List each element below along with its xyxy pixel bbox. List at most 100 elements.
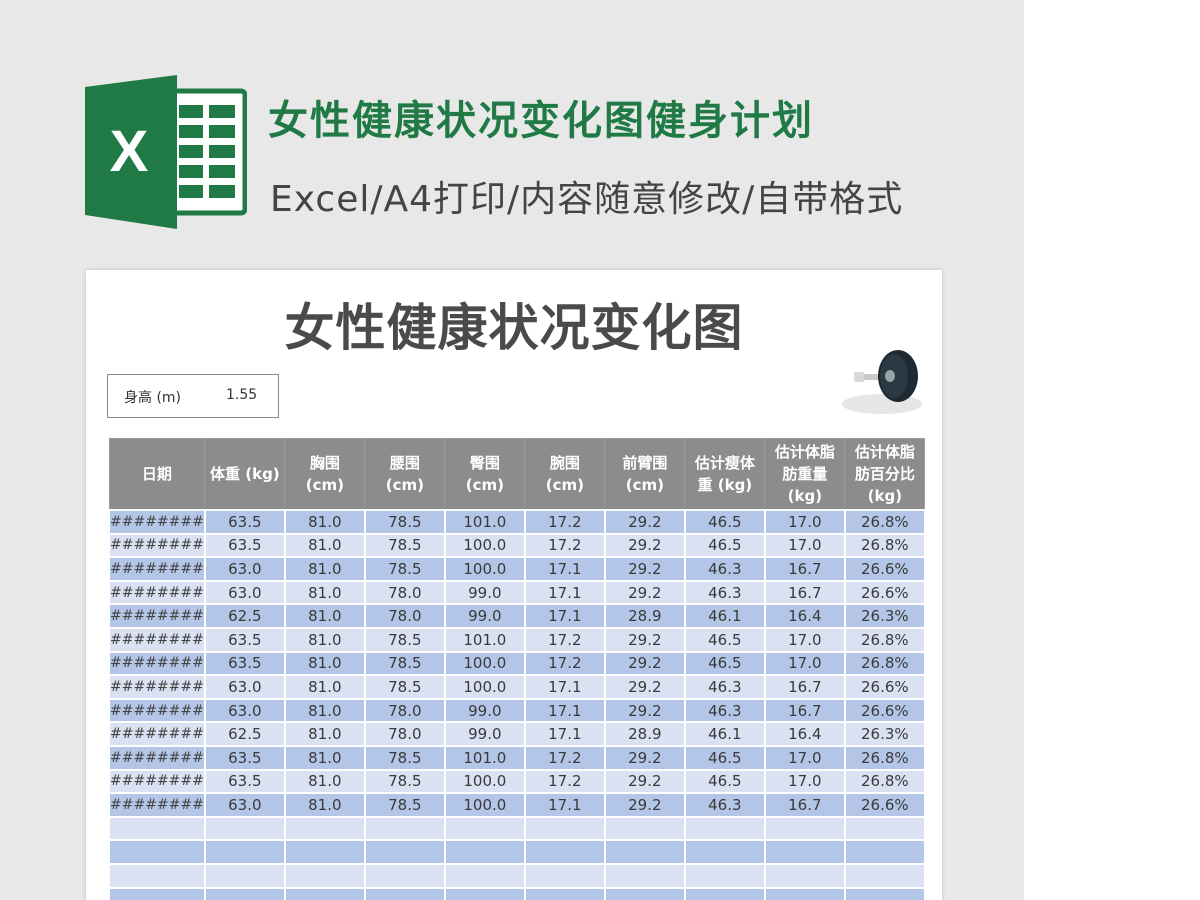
table-cell[interactable]: 81.0	[283, 792, 366, 818]
table-cell[interactable]: 29.2	[603, 579, 686, 606]
table-cell[interactable]: 17.1	[523, 721, 606, 747]
table-cell[interactable]: 29.2	[603, 556, 686, 582]
table-cell[interactable]: 17.0	[763, 532, 846, 559]
table-cell[interactable]: 29.2	[603, 509, 686, 535]
table-cell[interactable]	[443, 862, 526, 889]
table-cell[interactable]: 63.5	[203, 532, 286, 559]
table-cell[interactable]: 78.0	[363, 721, 446, 747]
table-cell[interactable]: 29.2	[603, 674, 686, 700]
table-cell[interactable]: 78.5	[363, 674, 446, 700]
table-cell[interactable]: 78.5	[363, 509, 446, 535]
table-cell[interactable]: 100.0	[443, 674, 526, 700]
table-cell[interactable]: 16.7	[763, 556, 846, 582]
height-value[interactable]: 1.55	[226, 387, 257, 403]
table-cell[interactable]	[843, 862, 926, 889]
table-cell[interactable]: 17.1	[523, 792, 606, 818]
table-cell[interactable]: 29.2	[603, 697, 686, 724]
table-cell[interactable]: 81.0	[283, 579, 366, 606]
table-cell[interactable]: 99.0	[443, 721, 526, 747]
table-cell[interactable]	[108, 886, 206, 900]
table-cell[interactable]: 63.5	[203, 650, 286, 677]
table-cell[interactable]	[603, 815, 686, 842]
table-cell[interactable]: 16.7	[763, 792, 846, 818]
table-cell[interactable]: 100.0	[443, 556, 526, 582]
table-cell[interactable]	[363, 862, 446, 889]
table-cell[interactable]: ########	[108, 509, 206, 535]
table-cell[interactable]: 101.0	[443, 744, 526, 771]
table-cell[interactable]: 78.5	[363, 532, 446, 559]
table-cell[interactable]: 46.5	[683, 626, 766, 653]
table-cell[interactable]	[843, 886, 926, 900]
table-cell[interactable]: ########	[108, 674, 206, 700]
table-cell[interactable]: 81.0	[283, 768, 366, 795]
table-cell[interactable]: 17.1	[523, 579, 606, 606]
table-cell[interactable]: 26.3%	[843, 603, 926, 629]
table-cell[interactable]	[603, 862, 686, 889]
table-cell[interactable]: 78.5	[363, 744, 446, 771]
table-cell[interactable]: 46.5	[683, 768, 766, 795]
table-cell[interactable]: 29.2	[603, 792, 686, 818]
table-cell[interactable]: 46.3	[683, 674, 766, 700]
table-cell[interactable]	[523, 886, 606, 900]
table-cell[interactable]: 100.0	[443, 532, 526, 559]
table-cell[interactable]: 78.5	[363, 556, 446, 582]
table-cell[interactable]: 17.1	[523, 603, 606, 629]
table-cell[interactable]	[763, 815, 846, 842]
table-cell[interactable]: ########	[108, 768, 206, 795]
table-cell[interactable]: ########	[108, 532, 206, 559]
table-cell[interactable]: 46.1	[683, 721, 766, 747]
table-cell[interactable]: 63.5	[203, 744, 286, 771]
table-cell[interactable]: 81.0	[283, 674, 366, 700]
table-cell[interactable]: 16.4	[763, 721, 846, 747]
table-cell[interactable]: 17.0	[763, 626, 846, 653]
table-cell[interactable]: 101.0	[443, 509, 526, 535]
table-cell[interactable]: 46.5	[683, 744, 766, 771]
table-cell[interactable]: 78.0	[363, 603, 446, 629]
table-cell[interactable]: 26.8%	[843, 744, 926, 771]
table-cell[interactable]	[203, 862, 286, 889]
table-cell[interactable]: 26.6%	[843, 579, 926, 606]
table-cell[interactable]: 99.0	[443, 697, 526, 724]
table-cell[interactable]: 26.6%	[843, 697, 926, 724]
table-cell[interactable]	[763, 886, 846, 900]
table-cell[interactable]	[523, 862, 606, 889]
table-cell[interactable]: 46.3	[683, 697, 766, 724]
table-cell[interactable]: 29.2	[603, 532, 686, 559]
table-cell[interactable]	[203, 886, 286, 900]
table-cell[interactable]: 17.0	[763, 744, 846, 771]
table-cell[interactable]: 63.0	[203, 792, 286, 818]
table-cell[interactable]: ########	[108, 697, 206, 724]
table-cell[interactable]: 26.8%	[843, 626, 926, 653]
table-cell[interactable]	[683, 886, 766, 900]
table-cell[interactable]: 17.2	[523, 768, 606, 795]
table-cell[interactable]: 17.1	[523, 674, 606, 700]
table-cell[interactable]: 16.7	[763, 674, 846, 700]
table-cell[interactable]	[443, 886, 526, 900]
table-cell[interactable]: 78.0	[363, 697, 446, 724]
table-cell[interactable]: 46.3	[683, 556, 766, 582]
table-cell[interactable]: 46.5	[683, 509, 766, 535]
table-cell[interactable]: 81.0	[283, 650, 366, 677]
table-cell[interactable]: 78.5	[363, 768, 446, 795]
table-cell[interactable]: 17.2	[523, 626, 606, 653]
table-cell[interactable]	[683, 839, 766, 865]
table-cell[interactable]	[283, 862, 366, 889]
table-cell[interactable]: 46.5	[683, 532, 766, 559]
table-cell[interactable]: 16.4	[763, 603, 846, 629]
table-cell[interactable]: 29.2	[603, 626, 686, 653]
table-cell[interactable]: 17.0	[763, 650, 846, 677]
table-cell[interactable]: 26.6%	[843, 556, 926, 582]
table-cell[interactable]: 63.5	[203, 509, 286, 535]
table-cell[interactable]: ########	[108, 603, 206, 629]
table-cell[interactable]: 63.5	[203, 626, 286, 653]
table-cell[interactable]: 46.5	[683, 650, 766, 677]
table-cell[interactable]: 46.3	[683, 579, 766, 606]
table-cell[interactable]: ########	[108, 556, 206, 582]
table-cell[interactable]: 26.8%	[843, 768, 926, 795]
table-cell[interactable]: 17.0	[763, 509, 846, 535]
table-cell[interactable]: 17.1	[523, 697, 606, 724]
table-cell[interactable]: 81.0	[283, 532, 366, 559]
table-cell[interactable]	[683, 862, 766, 889]
table-cell[interactable]: 63.0	[203, 697, 286, 724]
table-cell[interactable]: 17.1	[523, 556, 606, 582]
